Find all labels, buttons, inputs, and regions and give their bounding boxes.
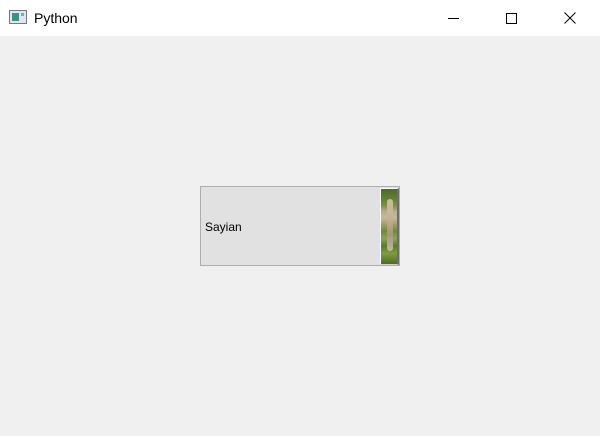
push-button-label: Sayian: [205, 220, 242, 234]
image-thumbnail-icon: [380, 188, 399, 265]
close-button[interactable]: [547, 0, 593, 36]
maximize-icon: [505, 12, 517, 24]
maximize-button[interactable]: [488, 0, 534, 36]
thumbnail-figure: [387, 199, 393, 251]
window-title: Python: [34, 10, 78, 26]
minimize-button[interactable]: [430, 0, 476, 36]
python-app-icon: [9, 10, 27, 24]
app-icon-pane: [12, 13, 19, 21]
title-bar[interactable]: Python: [0, 0, 600, 36]
sayian-push-button[interactable]: Sayian: [200, 186, 400, 266]
close-icon: [564, 12, 576, 24]
app-icon-pane-small: [21, 13, 24, 16]
minimize-icon: [447, 17, 459, 19]
